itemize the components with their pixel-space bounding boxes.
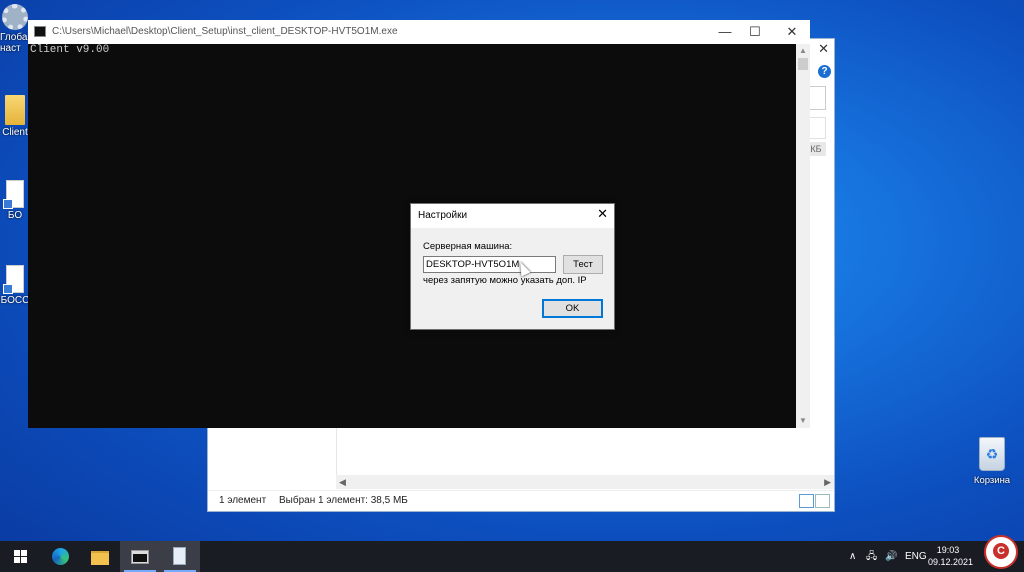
language-indicator[interactable]: ENG [905,541,927,572]
close-button[interactable]: ✕ [775,20,809,44]
shortcut-icon [3,180,24,209]
hint-text: через запятую можно указать доп. IP [423,275,587,286]
large-icons-view-icon[interactable] [815,494,830,508]
server-input[interactable] [423,256,556,273]
recycle-bin-label: Корзина [973,475,1011,486]
horizontal-scrollbar[interactable]: ◀ ▶ [336,475,834,489]
console-titlebar[interactable]: C:\Users\Michael\Desktop\Client_Setup\in… [28,20,810,44]
shortcut-icon [3,265,24,294]
help-icon[interactable]: ? [818,65,831,78]
desktop-icon-label: БО [7,210,23,221]
console-icon [131,550,149,564]
scroll-up-icon[interactable]: ▲ [796,44,810,58]
status-bar: 1 элемент Выбран 1 элемент: 38,5 МБ [208,490,834,511]
desktop-icon-recycle-bin[interactable]: Корзина [968,437,1016,486]
network-icon[interactable]: 🖧 [866,541,877,572]
desktop-icon-settings[interactable]: Глоба наст [0,4,30,54]
dialog-titlebar[interactable]: Настройки ✕ [411,204,614,228]
desktop-icon-boss[interactable]: БОСС [0,265,30,306]
channel-logo-letter: C [993,543,1009,559]
scroll-left-icon[interactable]: ◀ [339,475,346,489]
folder-icon [5,95,25,125]
scroll-down-icon[interactable]: ▼ [796,414,810,428]
desktop-icon-bo[interactable]: БО [0,180,30,221]
taskbar-document[interactable] [160,541,200,572]
console-title: C:\Users\Michael\Desktop\Client_Setup\in… [52,26,398,37]
taskbar-explorer[interactable] [80,541,120,572]
start-button[interactable] [0,541,40,572]
folder-icon [91,551,109,565]
scroll-thumb[interactable] [798,58,808,70]
scroll-right-icon[interactable]: ▶ [824,475,831,489]
server-label: Серверная машина: [423,241,513,252]
tray-overflow-icon[interactable]: ∧ [849,541,856,572]
edge-icon [52,548,69,565]
dialog-title: Настройки [418,210,468,221]
clock-date: 09.12.2021 [928,557,974,567]
console-output: Client v9.00 [30,44,110,56]
status-item-count: 1 элемент [219,495,267,506]
channel-logo: C [984,535,1018,569]
taskbar-edge[interactable] [40,541,80,572]
volume-icon[interactable]: 🔊 [885,541,897,572]
vertical-scrollbar[interactable]: ▲ ▼ [796,44,810,428]
desktop-icon-label: БОСС [0,295,30,306]
gear-icon [2,4,28,30]
dialog-close-button[interactable]: ✕ [597,206,608,222]
settings-dialog: Настройки ✕ Серверная машина: Тест через… [410,203,615,330]
console-app-icon [34,26,46,37]
status-selection: Выбран 1 элемент: 38,5 МБ [279,495,408,506]
clock[interactable]: 19:03 09.12.2021 [928,544,974,568]
taskbar-console[interactable] [120,541,160,572]
details-view-icon[interactable] [799,494,814,508]
taskbar: ∧ 🖧 🔊 ENG 19:03 09.12.2021 [0,541,1024,572]
ok-button[interactable]: OK [542,299,603,318]
test-button[interactable]: Тест [563,255,603,274]
clock-time: 19:03 [936,545,960,555]
explorer-close-icon[interactable]: ✕ [818,41,829,57]
windows-logo-icon [14,550,27,563]
document-icon [173,547,186,565]
maximize-button[interactable]: ☐ [738,20,772,44]
desktop-icon-client[interactable]: Client [0,95,30,138]
minimize-button[interactable]: — [708,20,742,44]
desktop-icon-label: Client [2,127,28,138]
desktop-icon-label: Глоба наст [0,32,28,54]
recycle-bin-icon [979,437,1005,471]
